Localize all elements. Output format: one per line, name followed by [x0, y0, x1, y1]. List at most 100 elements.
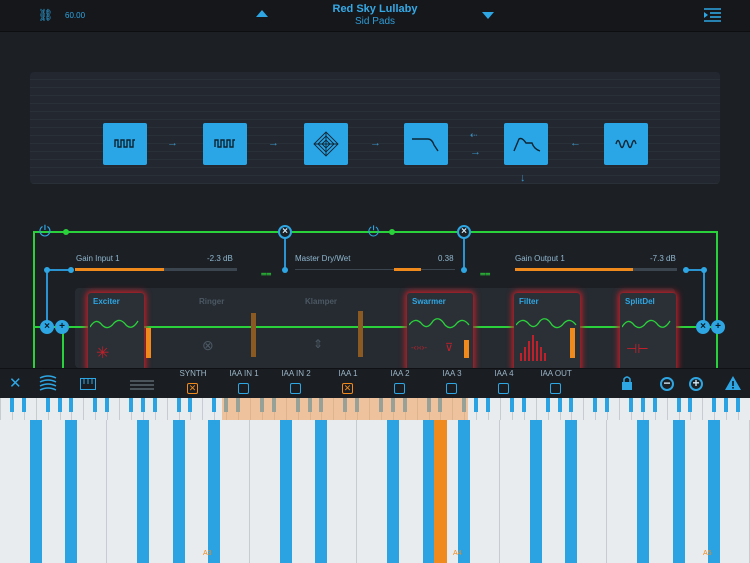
- black-key[interactable]: [208, 420, 221, 563]
- black-key[interactable]: [636, 420, 649, 563]
- chain-x-node[interactable]: ×: [696, 320, 710, 334]
- fx-swarmer[interactable]: Swarmer -‹›‹›- ⊽: [407, 293, 473, 371]
- mini-black-key: [569, 398, 574, 412]
- node-dot: [68, 267, 74, 273]
- black-key[interactable]: [136, 420, 149, 563]
- mini-black-key: [509, 398, 514, 412]
- preset-bank[interactable]: Sid Pads: [255, 16, 495, 27]
- fx-level-bar: [146, 328, 151, 358]
- envelope-module[interactable]: [504, 123, 548, 165]
- drywet-slider[interactable]: [295, 268, 455, 271]
- chain-add-node[interactable]: +: [711, 320, 725, 334]
- split-icon: ⊣⊢: [626, 341, 649, 356]
- fx-name: SplitDel: [625, 297, 655, 306]
- mini-black-key: [140, 398, 145, 412]
- fx-klamper[interactable]: Klamper ⇕: [295, 293, 351, 371]
- slot-checkbox[interactable]: [498, 383, 509, 394]
- preset-down-icon[interactable]: [482, 12, 494, 19]
- gain-output-slider[interactable]: [515, 268, 677, 271]
- slot-label: IAA 3: [442, 369, 462, 378]
- link-icon[interactable]: ⛓: [38, 8, 53, 22]
- fx-name: Swarmer: [412, 297, 446, 306]
- slot-checkbox[interactable]: [394, 383, 405, 394]
- signal-line: [75, 326, 675, 328]
- mixer-node-x[interactable]: ×: [457, 225, 471, 239]
- osc2-module[interactable]: [203, 123, 247, 165]
- fx-name: Ringer: [199, 297, 225, 306]
- close-icon[interactable]: ✕: [9, 374, 22, 392]
- fx-splitdel[interactable]: SplitDel ⊣⊢: [620, 293, 676, 371]
- black-key[interactable]: [65, 420, 78, 563]
- fx-ringer[interactable]: Ringer ⊗: [185, 293, 241, 371]
- slot-checkbox[interactable]: [446, 383, 457, 394]
- mini-white-key: [500, 398, 501, 420]
- black-key[interactable]: [29, 420, 42, 563]
- arrow-left-icon: ←: [570, 137, 581, 149]
- gain-output-value: -7.3 dB: [650, 254, 676, 263]
- output-icon[interactable]: ⏻: [368, 223, 379, 240]
- gain-output-fill: [515, 268, 634, 271]
- link-toggle-icon[interactable]: ⩵: [480, 268, 490, 279]
- swarm-icon: -‹›‹›-: [411, 343, 427, 352]
- ring-icon: ⊗: [202, 337, 214, 353]
- black-key[interactable]: [708, 420, 721, 563]
- mini-black-key: [128, 398, 133, 412]
- drywet-value: 0.38: [438, 254, 454, 263]
- mini-black-key: [593, 398, 598, 412]
- active-key[interactable]: [434, 420, 447, 563]
- preset-list-icon[interactable]: [704, 8, 721, 23]
- note-label-a5: A5: [703, 550, 712, 557]
- mini-white-key: [666, 398, 668, 420]
- fx-name: Klamper: [305, 297, 338, 306]
- chain-x-node[interactable]: ×: [40, 320, 54, 334]
- black-key[interactable]: [565, 420, 578, 563]
- octave-up-icon[interactable]: +: [689, 377, 703, 391]
- fx-level-bar: [570, 328, 575, 358]
- chain-add-node[interactable]: +: [55, 320, 69, 334]
- sequencer-icon[interactable]: [38, 374, 58, 392]
- preset-name[interactable]: Red Sky Lullaby: [255, 3, 495, 15]
- black-key[interactable]: [315, 420, 328, 563]
- slot-checkbox[interactable]: [238, 383, 249, 394]
- slot-checkbox[interactable]: ✕: [187, 383, 198, 394]
- mini-black-key: [605, 398, 610, 412]
- black-key[interactable]: [422, 420, 435, 563]
- slot-label: IAA 1: [338, 369, 358, 378]
- link-toggle-icon[interactable]: ⩵: [261, 268, 271, 279]
- osc1-module[interactable]: [103, 123, 147, 165]
- slot-checkbox[interactable]: ✕: [342, 383, 353, 394]
- black-key[interactable]: [172, 420, 185, 563]
- black-key[interactable]: [458, 420, 471, 563]
- keyboard-icon[interactable]: [80, 377, 96, 390]
- black-key[interactable]: [529, 420, 542, 563]
- arrow-icon: →: [470, 146, 481, 158]
- input-icon[interactable]: ⏻: [39, 223, 51, 240]
- arrow-icon: →: [167, 137, 178, 149]
- lowpass-module[interactable]: [404, 123, 448, 165]
- lock-icon[interactable]: [621, 375, 633, 390]
- menu-lines-icon[interactable]: [130, 378, 154, 390]
- octave-down-icon[interactable]: −: [660, 377, 674, 391]
- node-dot: [63, 229, 69, 235]
- black-key[interactable]: [386, 420, 399, 563]
- mini-keyboard-range[interactable]: [222, 398, 468, 420]
- mixer-node-x[interactable]: ×: [278, 225, 292, 239]
- warning-icon[interactable]: [725, 376, 741, 390]
- mixer-module[interactable]: [304, 123, 348, 165]
- piano-keyboard[interactable]: [0, 420, 750, 563]
- node-dot: [44, 267, 50, 273]
- black-key[interactable]: [279, 420, 292, 563]
- slot-checkbox[interactable]: [550, 383, 561, 394]
- mini-white-key: [35, 398, 37, 420]
- slot-label: IAA IN 1: [229, 369, 259, 378]
- gain-input-slider[interactable]: [75, 268, 237, 271]
- fx-exciter[interactable]: Exciter ✳: [88, 293, 151, 371]
- slot-checkbox[interactable]: [290, 383, 301, 394]
- mini-white-key: [702, 398, 704, 420]
- lfo-module[interactable]: [604, 123, 648, 165]
- fx-level-bar: [358, 311, 363, 357]
- mini-black-key: [9, 398, 14, 412]
- note-label-a4: A4: [453, 550, 462, 557]
- routing-line: [463, 238, 465, 270]
- black-key[interactable]: [672, 420, 685, 563]
